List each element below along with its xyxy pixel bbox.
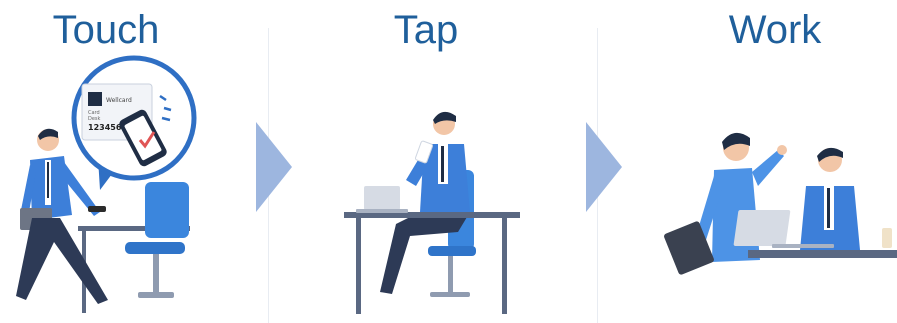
- coffee-cup-icon: [882, 228, 892, 248]
- work-illustration: [664, 132, 897, 275]
- seated-colleague-illustration: [800, 147, 860, 250]
